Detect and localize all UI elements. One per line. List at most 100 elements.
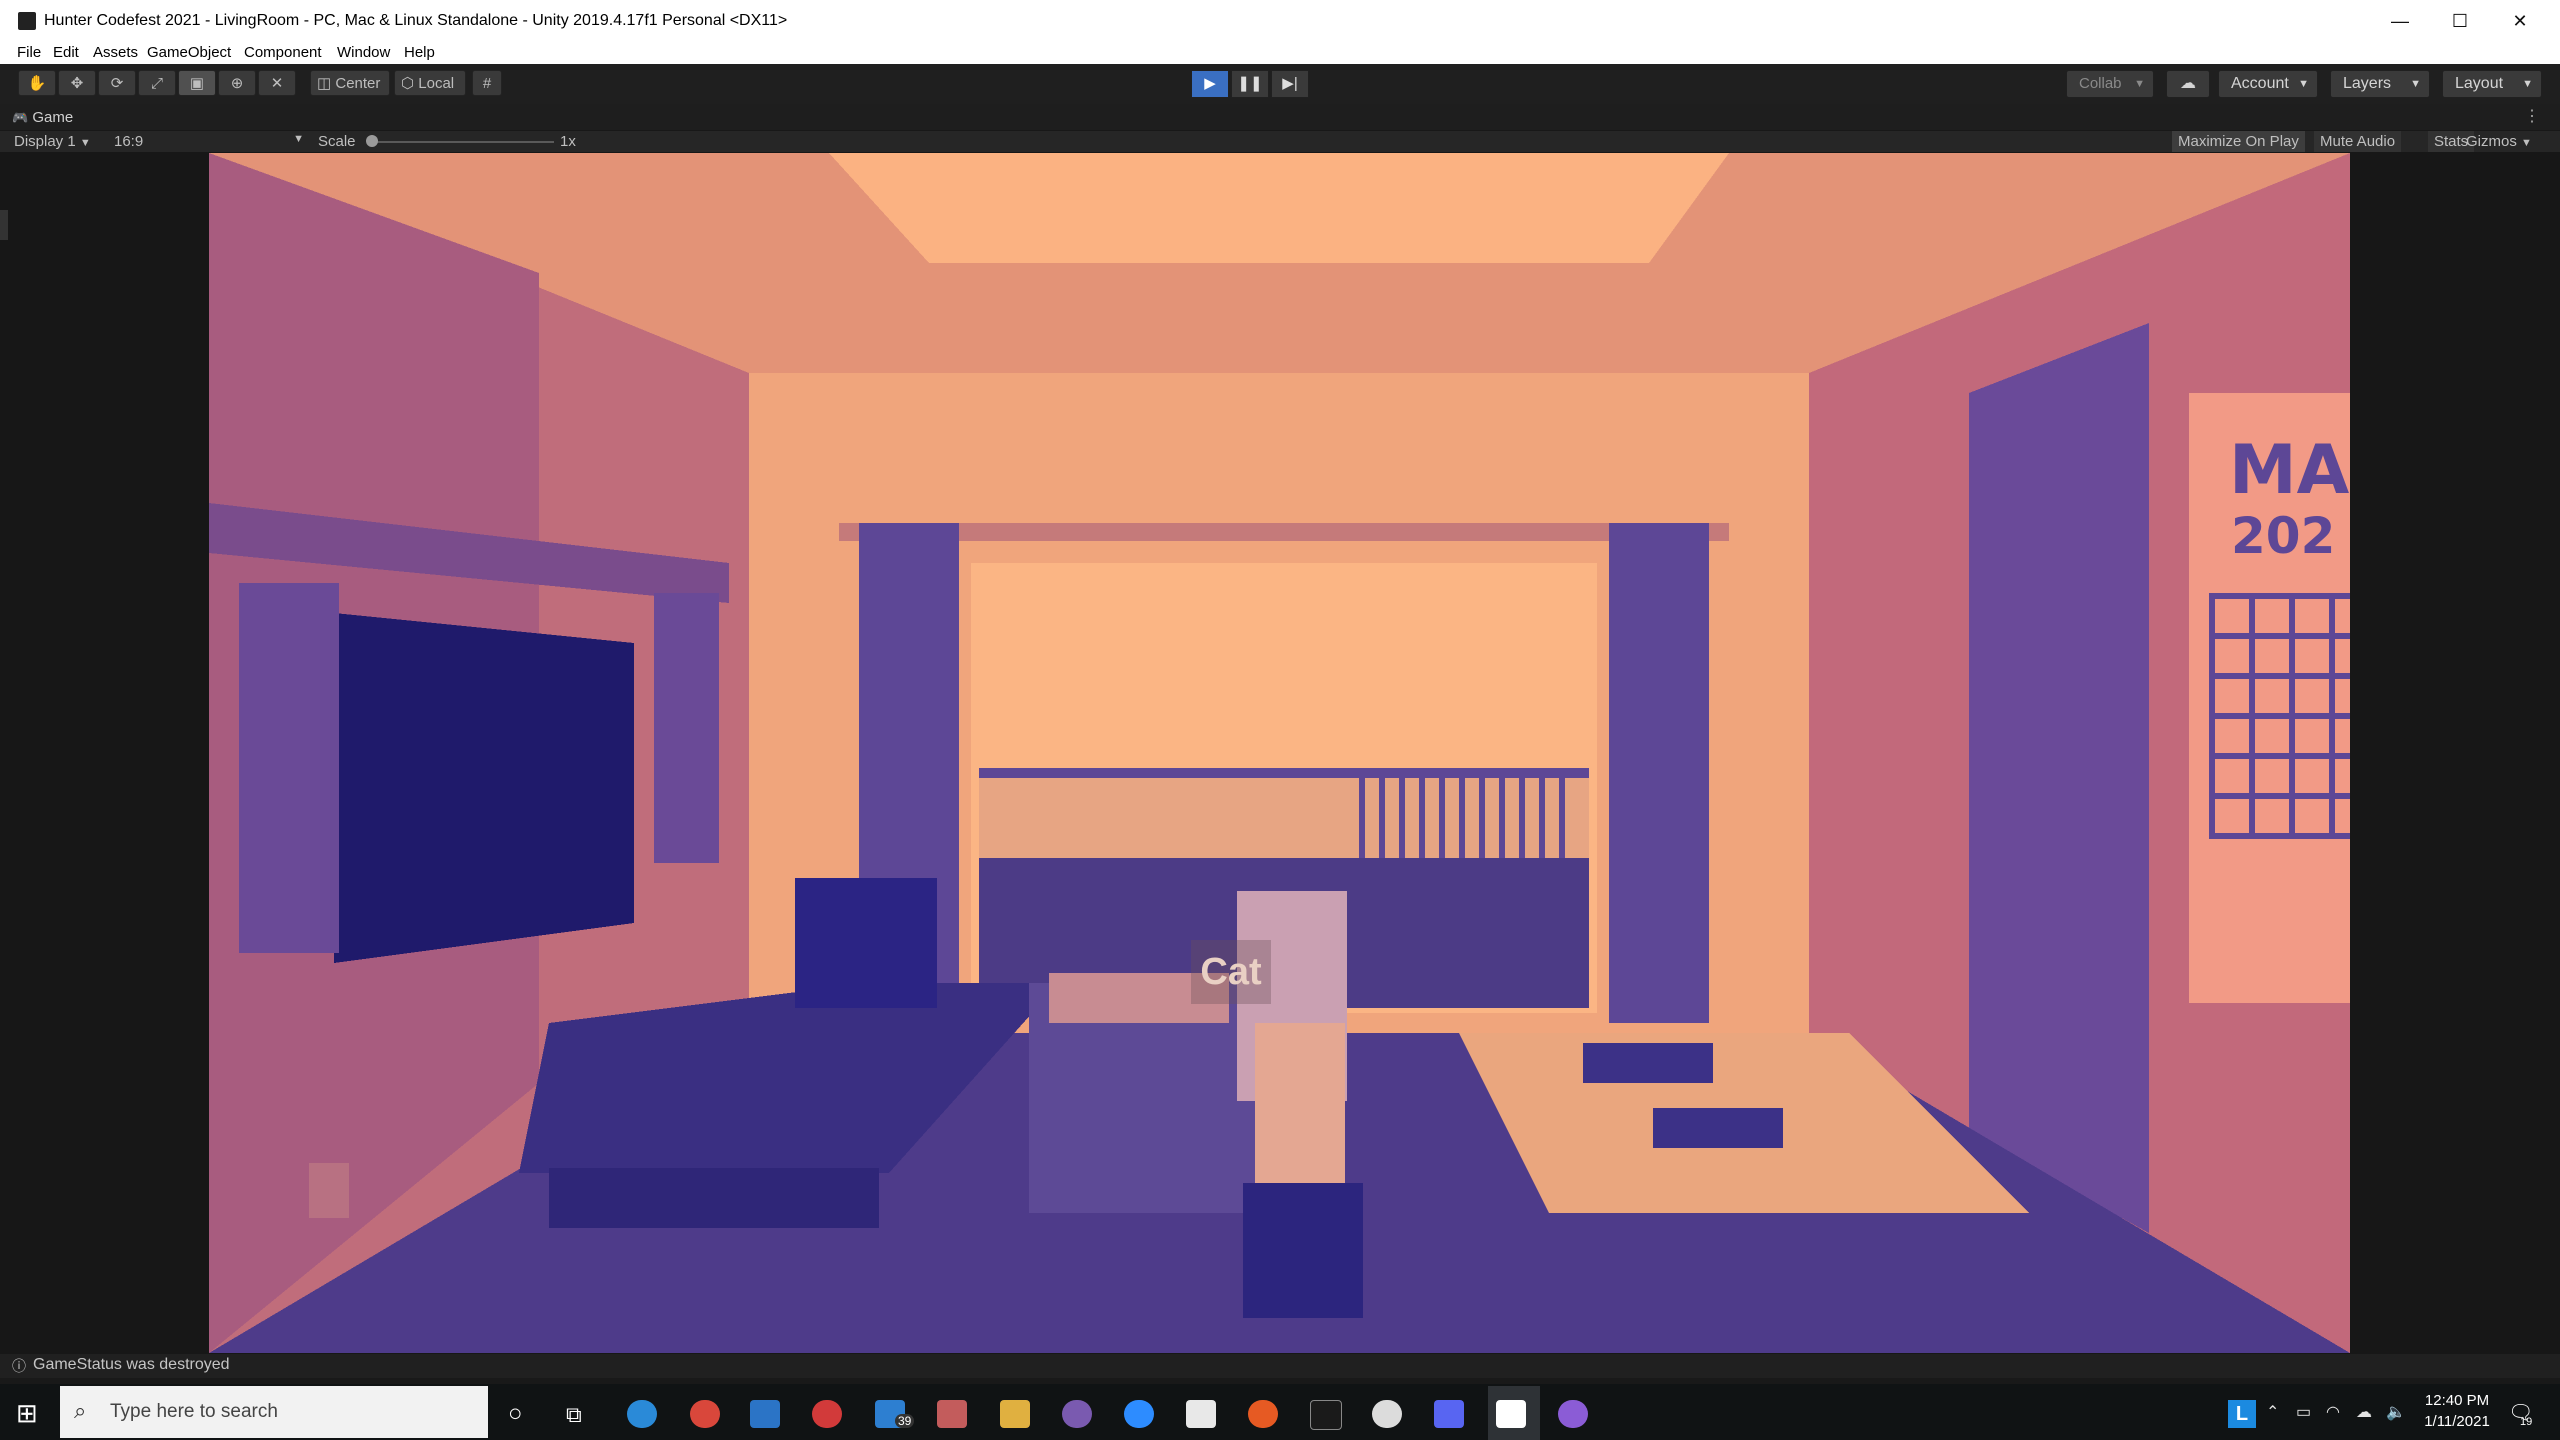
menu-component[interactable]: Component [244,44,322,61]
rect-tool-icon[interactable]: ▣ [178,70,216,96]
living-room-scene: MA 202 [209,153,2350,1353]
tray-wifi-icon[interactable]: ◠ [2326,1402,2340,1422]
menu-help[interactable]: Help [404,44,435,61]
clock-date: 1/11/2021 [2424,1413,2490,1430]
game-app-icon[interactable] [937,1400,967,1428]
mail-badge: 39 [895,1414,915,1428]
file-explorer-icon[interactable] [1000,1400,1030,1428]
grid-snap-icon[interactable]: # [472,70,502,96]
mute-audio-toggle[interactable]: Mute Audio [2314,131,2402,153]
tab-menu-icon[interactable]: ⋮ [2524,106,2540,126]
aspect-dropdown[interactable]: 16:9 ▼ [114,133,304,150]
chair [1243,1183,1363,1318]
gamepad-icon: 🎮 [12,110,29,125]
monitor [795,878,937,1008]
account-dropdown[interactable]: Account ▼ [2218,70,2318,98]
display-label: Display 1 [14,133,76,150]
store-icon[interactable] [750,1400,780,1428]
info-icon: ⓘ [12,1358,26,1374]
menu-edit[interactable]: Edit [53,44,79,61]
bookshelf-right [654,593,719,863]
pause-button[interactable]: ❚❚ [1231,70,1269,98]
rotate-tool-icon[interactable]: ⟳ [98,70,136,96]
display-dropdown[interactable]: Display 1 ▼ [14,133,91,150]
scale-tool-icon[interactable]: ⤢ [138,70,176,96]
account-label: Account [2231,75,2289,92]
window-lintel [839,523,1729,541]
pivot-local-toggle[interactable]: ⬡ Local [394,70,466,96]
pivot-center-icon: ◫ [317,75,332,92]
minimize-button[interactable]: — [2370,0,2430,42]
layout-label: Layout [2455,75,2504,92]
window-title: Hunter Codefest 2021 - LivingRoom - PC, … [44,12,788,29]
tray-chevron-up-icon[interactable]: ⌃ [2266,1402,2279,1422]
custom-tool-icon[interactable]: ✕ [258,70,296,96]
pivot-center-toggle[interactable]: ◫ Center [310,70,390,96]
menu-window[interactable]: Window [337,44,390,61]
gizmos-dropdown[interactable]: Gizmos ▼ [2460,131,2538,153]
play-icon: ▶ [1204,75,1216,92]
tab-game[interactable]: 🎮 Game [12,106,73,130]
play-button[interactable]: ▶ [1191,70,1229,98]
close-button[interactable]: ✕ [2490,0,2550,42]
curtain-right [1609,523,1709,1023]
layers-label: Layers [2343,75,2392,92]
menu-assets[interactable]: Assets [93,44,138,61]
chrome-icon[interactable] [690,1400,720,1428]
chevron-down-icon: ▼ [2410,78,2421,90]
tv-screen [334,613,634,963]
github-icon[interactable] [1558,1400,1588,1428]
cloud-services-button[interactable]: ☁ [2166,70,2210,98]
collab-dropdown[interactable]: Collab ▼ [2066,70,2154,98]
calendar-month: MA [2229,431,2350,510]
app-red-icon[interactable] [812,1400,842,1428]
tray-clock[interactable]: 12:40 PM 1/11/2021 [2420,1392,2494,1430]
tray-device-icon[interactable]: ▭ [2296,1402,2311,1422]
ubuntu-icon[interactable] [1248,1400,1278,1428]
chevron-down-icon: ▼ [2298,78,2309,90]
aspect-label: 16:9 [114,133,144,150]
game-view-toolbar: Display 1 ▼ 16:9 ▼ Scale 1x Maximize On P… [0,130,2560,153]
edge-icon[interactable] [627,1400,657,1428]
dumbbell-2 [1653,1108,1783,1148]
pause-icon: ❚❚ [1237,75,1263,92]
transform-tool-icon[interactable]: ⊕ [218,70,256,96]
calendar-year: 202 [2231,507,2335,565]
scale-slider-track[interactable] [368,141,554,143]
side-scroll-handle[interactable] [0,210,8,240]
move-tool-icon[interactable]: ✥ [58,70,96,96]
hand-tool-icon[interactable]: ✋ [18,70,56,96]
unity-icon[interactable] [1496,1400,1526,1428]
document-icon[interactable] [1186,1400,1216,1428]
windows-start-icon[interactable]: ⊞ [16,1398,38,1429]
taskbar-search-box[interactable]: ⌕ Type here to search [60,1386,488,1438]
maximize-button[interactable]: ☐ [2430,0,2490,42]
task-view-icon[interactable]: ⧉ [566,1402,582,1428]
chevron-down-icon: ▼ [2521,137,2532,149]
game-view-render[interactable]: MA 202 Cat [209,153,2350,1353]
zoom-icon[interactable] [1124,1400,1154,1428]
tray-volume-icon[interactable]: 🔈 [2386,1402,2406,1422]
cortana-icon[interactable]: ○ [508,1400,523,1428]
bookshelf-left [239,583,339,953]
step-icon: ▶| [1282,75,1298,92]
layers-dropdown[interactable]: Layers ▼ [2330,70,2430,98]
chevron-down-icon: ▼ [2522,78,2533,90]
snipping-icon[interactable] [1062,1400,1092,1428]
discord-icon[interactable] [1434,1400,1464,1428]
tray-app-l-icon[interactable]: L [2228,1400,2256,1428]
tray-cloud-icon[interactable]: ☁ [2356,1402,2372,1422]
browser-icon[interactable] [1372,1400,1402,1428]
menu-file[interactable]: File [17,44,41,61]
pivot-local-icon: ⬡ [401,75,415,92]
menu-gameobject[interactable]: GameObject [147,44,231,61]
cat-label: Cat [1191,940,1271,1004]
step-button[interactable]: ▶| [1271,70,1309,98]
layout-dropdown[interactable]: Layout ▼ [2442,70,2542,98]
console-status-bar[interactable]: ⓘ GameStatus was destroyed [0,1354,2560,1378]
scale-slider-thumb[interactable] [366,135,378,147]
terminal-icon[interactable] [1310,1400,1342,1430]
search-placeholder: Type here to search [110,1401,278,1422]
maximize-on-play-toggle[interactable]: Maximize On Play [2172,131,2305,153]
ceiling-light [829,153,1729,263]
